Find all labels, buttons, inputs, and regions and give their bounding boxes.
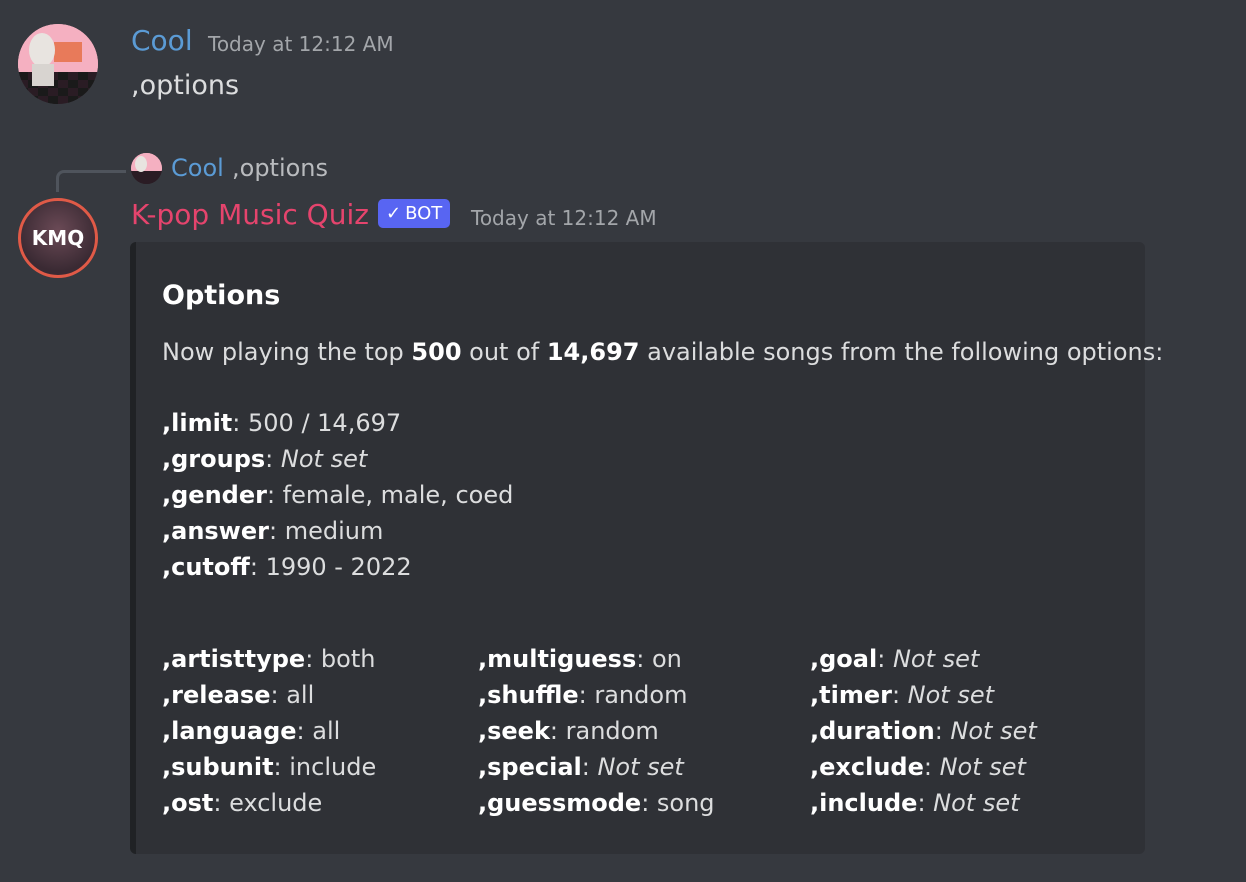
option-value: random — [565, 717, 659, 745]
option-value: 1990 - 2022 — [265, 553, 412, 581]
verified-check-icon: ✓ — [386, 203, 402, 224]
option-value: Not set — [950, 717, 1037, 745]
option-value: Not set — [597, 753, 684, 781]
extra-option-line: ,timer: Not set — [810, 681, 995, 709]
reply-content[interactable]: ,options — [232, 154, 328, 182]
option-key: ,cutoff — [162, 553, 250, 581]
extra-option-line: ,release: all — [162, 681, 315, 709]
extra-option-line: ,duration: Not set — [810, 717, 1037, 745]
option-key: ,limit — [162, 409, 233, 437]
option-value: exclude — [229, 789, 323, 817]
extra-option-line: ,seek: random — [478, 717, 659, 745]
bot-message-timestamp: Today at 12:12 AM — [471, 206, 657, 230]
embed-top-count: 500 — [411, 338, 462, 366]
bot-avatar[interactable]: KMQ — [18, 198, 98, 278]
option-key: ,exclude — [810, 753, 924, 781]
extra-option-line: ,guessmode: song — [478, 789, 715, 817]
extra-option-line: ,language: all — [162, 717, 341, 745]
bot-badge-label: BOT — [405, 203, 443, 224]
main-option-line: ,answer: medium — [162, 517, 384, 545]
option-value: random — [594, 681, 688, 709]
option-key: ,gender — [162, 481, 267, 509]
option-value: Not set — [892, 645, 980, 673]
reply-author-name[interactable]: Cool — [171, 154, 224, 182]
bot-badge: ✓ BOT — [378, 199, 451, 228]
option-key: ,shuffle — [478, 681, 579, 709]
extra-option-line: ,goal: Not set — [810, 645, 980, 673]
option-value: all — [312, 717, 341, 745]
option-key: ,include — [810, 789, 918, 817]
option-key: ,goal — [810, 645, 878, 673]
option-value: Not set — [939, 753, 1026, 781]
option-value: Not set — [280, 445, 368, 473]
message-content: ,options — [131, 70, 240, 101]
message-timestamp: Today at 12:12 AM — [208, 32, 394, 56]
option-key: ,ost — [162, 789, 214, 817]
main-option-line: ,groups: Not set — [162, 445, 368, 473]
option-value: song — [656, 789, 715, 817]
embed-total-count: 14,697 — [546, 338, 640, 366]
option-key: ,timer — [810, 681, 892, 709]
option-key: ,answer — [162, 517, 269, 545]
option-value: all — [286, 681, 315, 709]
extra-option-line: ,include: Not set — [810, 789, 1020, 817]
option-key: ,subunit — [162, 753, 274, 781]
bot-author-name[interactable]: K-pop Music Quiz — [131, 198, 369, 231]
option-key: ,guessmode — [478, 789, 642, 817]
extra-option-line: ,exclude: Not set — [810, 753, 1026, 781]
embed-description: Now playing the top 500 out of 14,697 av… — [162, 338, 1164, 366]
extra-option-line: ,special: Not set — [478, 753, 684, 781]
option-value: Not set — [933, 789, 1020, 817]
extra-option-line: ,shuffle: random — [478, 681, 688, 709]
main-option-line: ,gender: female, male, coed — [162, 481, 514, 509]
option-key: ,release — [162, 681, 271, 709]
extra-option-line: ,ost: exclude — [162, 789, 323, 817]
bot-avatar-label: KMQ — [31, 226, 85, 250]
reply-spine — [56, 170, 126, 192]
option-value: include — [289, 753, 377, 781]
option-value: female, male, coed — [282, 481, 514, 509]
option-key: ,artisttype — [162, 645, 306, 673]
extra-option-line: ,multiguess: on — [478, 645, 682, 673]
main-option-line: ,cutoff: 1990 - 2022 — [162, 553, 412, 581]
option-value: Not set — [907, 681, 995, 709]
option-key: ,multiguess — [478, 645, 637, 673]
option-key: ,seek — [478, 717, 550, 745]
option-value: 500 / 14,697 — [248, 409, 402, 437]
reply-avatar[interactable] — [131, 153, 162, 184]
user-avatar[interactable] — [18, 24, 98, 104]
embed-title: Options — [162, 280, 281, 311]
extra-option-line: ,subunit: include — [162, 753, 377, 781]
option-key: ,duration — [810, 717, 935, 745]
extra-option-line: ,artisttype: both — [162, 645, 376, 673]
main-option-line: ,limit: 500 / 14,697 — [162, 409, 402, 437]
message-author-name[interactable]: Cool — [131, 24, 193, 57]
option-key: ,groups — [162, 445, 266, 473]
option-key: ,special — [478, 753, 582, 781]
option-value: on — [651, 645, 682, 673]
option-key: ,language — [162, 717, 297, 745]
option-value: both — [320, 645, 376, 673]
option-value: medium — [284, 517, 384, 545]
